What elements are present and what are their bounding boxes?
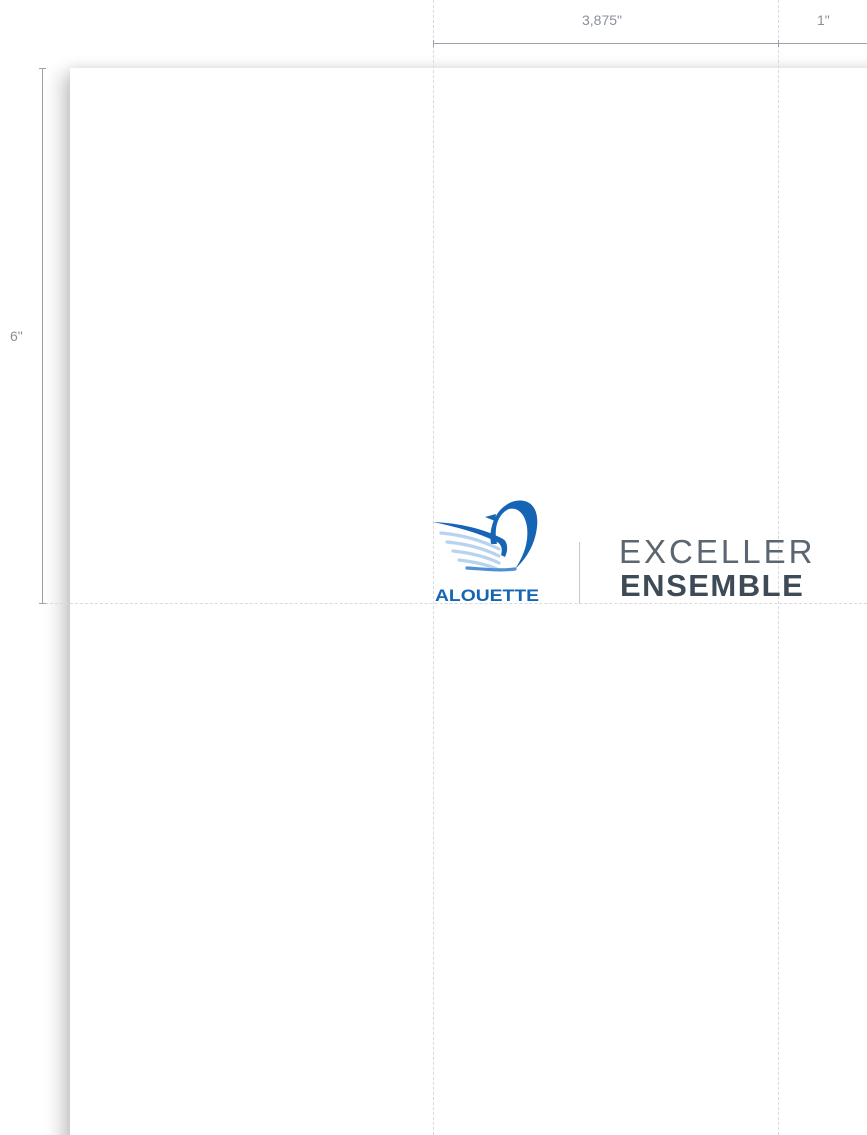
tagline-exceller: EXCELLER [619,533,816,570]
dimension-tick-top [39,68,46,69]
tagline-ensemble: ENSEMBLE [620,568,805,603]
alouette-logo-icon: ALOUETTE [433,500,539,605]
layout-spec-canvas: 3,875" 1" 6" ALOUETTE EXCELLER ENSEMBLE [0,0,867,1135]
dimension-tick-middle [778,40,779,47]
margin-dimension-label: 1" [817,12,830,28]
dimension-line-left [42,68,43,604]
height-dimension-label: 6" [10,328,23,344]
bird-beak-icon [485,514,496,521]
dimension-tick-bottom [39,603,46,604]
alouette-wordmark: ALOUETTE [435,586,539,605]
bird-eye-icon [508,511,514,517]
bird-body-icon [465,566,517,572]
width-dimension-label: 3,875" [582,12,623,28]
bird-head-icon [490,500,538,569]
dimension-line-top [433,43,867,44]
dimension-tick-left [433,40,434,47]
logo-divider [579,542,580,604]
